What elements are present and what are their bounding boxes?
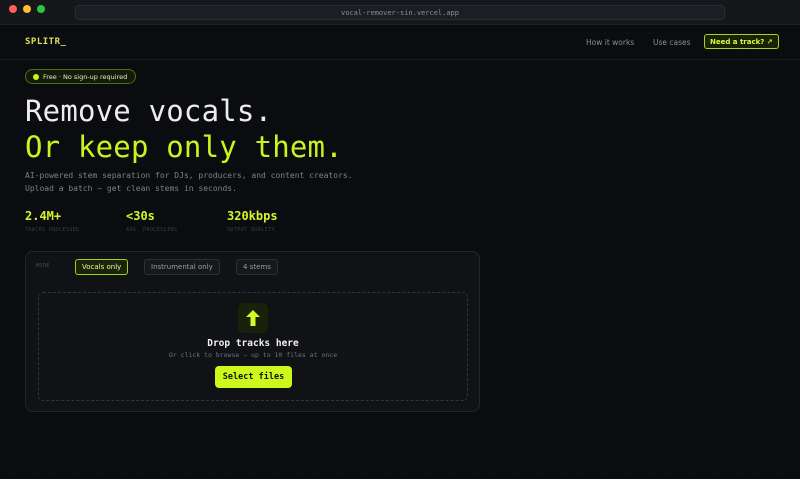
file-dropzone[interactable]: Drop tracks here Or click to browse — up… xyxy=(38,292,468,401)
mode-vocals-only-button[interactable]: Vocals only xyxy=(75,259,129,275)
free-badge-label: Free · No sign-up required xyxy=(43,72,128,81)
select-files-button[interactable]: Select files xyxy=(215,366,292,388)
free-badge: Free · No sign-up required xyxy=(25,69,137,84)
stat-value: <30s xyxy=(126,209,155,223)
logo[interactable]: SPLITR_ xyxy=(25,37,66,47)
need-a-track-button[interactable]: Need a track? ↗ xyxy=(704,34,779,49)
nav-link-how-it-works[interactable]: How it works xyxy=(586,38,634,47)
stat-value: 320kbps xyxy=(227,209,278,223)
address-bar[interactable]: vocal-remover-sin.vercel.app xyxy=(75,5,725,20)
stat-output-quality: 320kbps OUTPUT QUALITY xyxy=(227,209,278,233)
top-nav: SPLITR_ How it works Use cases Need a tr… xyxy=(0,25,800,60)
stat-label: AVG. PROCESSING xyxy=(126,227,178,233)
hero-subtitle-line-1: AI-powered stem separation for DJs, prod… xyxy=(25,171,353,180)
browser-chrome: vocal-remover-sin.vercel.app xyxy=(0,0,800,25)
mode-4-stems-button[interactable]: 4 stems xyxy=(236,259,278,275)
drop-title: Drop tracks here xyxy=(207,338,299,349)
arrow-up-icon xyxy=(238,303,268,333)
minimize-window-button[interactable] xyxy=(23,5,31,13)
headline-line-1: Remove vocals. xyxy=(25,94,273,128)
maximize-window-button[interactable] xyxy=(37,5,45,13)
upload-card: MODE Vocals only Instrumental only 4 ste… xyxy=(25,251,480,412)
mode-instrumental-only-button[interactable]: Instrumental only xyxy=(144,259,220,275)
stat-label: OUTPUT QUALITY xyxy=(227,227,275,233)
hero-subtitle-line-2: Upload a batch — get clean stems in seco… xyxy=(25,183,237,193)
headline-line-2: Or keep only them. xyxy=(25,130,343,164)
stat-tracks-processed: 2.4M+ TRACKS PROCESSED xyxy=(25,209,80,233)
stat-avg-processing: <30s AVG. PROCESSING xyxy=(126,209,177,233)
drop-subtitle: Or click to browse — up to 10 files at o… xyxy=(168,351,338,359)
mode-label: MODE xyxy=(36,263,50,269)
stat-value: 2.4M+ xyxy=(25,209,62,223)
close-window-button[interactable] xyxy=(9,5,17,13)
nav-link-use-cases[interactable]: Use cases xyxy=(653,38,691,47)
status-dot-icon xyxy=(33,73,39,80)
hero-subtitle: AI-powered stem separation for DJs, prod… xyxy=(25,170,353,195)
stat-label: TRACKS PROCESSED xyxy=(25,227,80,233)
